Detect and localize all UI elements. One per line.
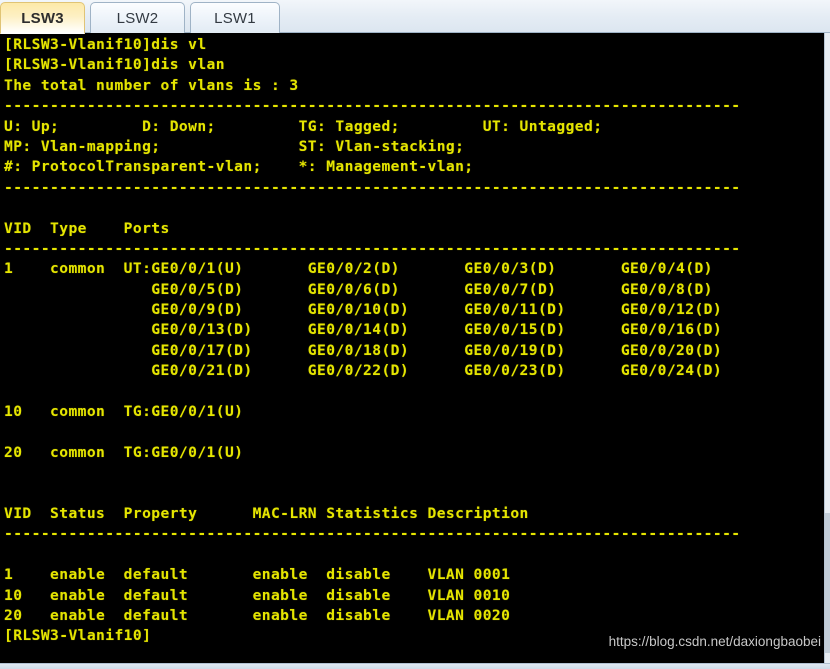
terminal-line: 10 enable default enable disable VLAN 00… <box>4 586 511 604</box>
terminal-line: ----------------------------------------… <box>4 239 741 257</box>
terminal-scrollbar[interactable] <box>824 33 830 663</box>
terminal-line: GE0/0/13(D) GE0/0/14(D) GE0/0/15(D) GE0/… <box>4 321 723 339</box>
terminal-line: ----------------------------------------… <box>4 525 741 543</box>
terminal-line: VID Status Property MAC-LRN Statistics D… <box>4 504 529 522</box>
terminal-line: U: Up; D: Down; TG: Tagged; UT: Untagged… <box>4 117 603 135</box>
terminal-line: ----------------------------------------… <box>4 97 741 115</box>
terminal-line: GE0/0/21(D) GE0/0/22(D) GE0/0/23(D) GE0/… <box>4 362 723 380</box>
terminal-line: GE0/0/5(D) GE0/0/6(D) GE0/0/7(D) GE0/0/8… <box>4 280 713 298</box>
tab-lsw2-label: LSW2 <box>116 9 159 27</box>
terminal-line: 20 common TG:GE0/0/1(U) <box>4 443 244 461</box>
terminal-console[interactable]: [RLSW3-Vlanif10]dis vl [RLSW3-Vlanif10]di… <box>0 33 830 663</box>
terminal-line: #: ProtocolTransparent-vlan; *: Manageme… <box>4 158 474 176</box>
terminal-line: ----------------------------------------… <box>4 178 741 196</box>
terminal-line: [RLSW3-Vlanif10]dis vl <box>4 36 207 53</box>
terminal-line: 10 common TG:GE0/0/1(U) <box>4 403 244 421</box>
terminal-line: 1 common UT:GE0/0/1(U) GE0/0/2(D) GE0/0/… <box>4 260 713 278</box>
tab-lsw3-label: LSW3 <box>21 9 64 27</box>
terminal-line: MP: Vlan-mapping; ST: Vlan-stacking; <box>4 137 465 155</box>
terminal-line: 1 enable default enable disable VLAN 000… <box>4 566 511 584</box>
tab-lsw1-label: LSW1 <box>214 9 256 27</box>
terminal-line: [RLSW3-Vlanif10]dis vlan <box>4 56 225 74</box>
terminal-line: GE0/0/17(D) GE0/0/18(D) GE0/0/19(D) GE0/… <box>4 341 723 359</box>
status-bar <box>0 663 830 669</box>
terminal-output: [RLSW3-Vlanif10]dis vl [RLSW3-Vlanif10]di… <box>4 35 829 647</box>
ensp-cli-window: LSW3 LSW2 LSW1 [RLSW3-Vlanif10]dis vl [RL… <box>0 0 830 669</box>
terminal-line: GE0/0/9(D) GE0/0/10(D) GE0/0/11(D) GE0/0… <box>4 301 723 319</box>
tab-lsw1[interactable]: LSW1 <box>190 2 280 33</box>
terminal-line: VID Type Ports <box>4 219 170 237</box>
device-tab-bar: LSW3 LSW2 LSW1 <box>0 0 830 34</box>
tab-lsw2[interactable]: LSW2 <box>90 2 185 33</box>
watermark-text: https://blog.csdn.net/daxiongbaobei <box>608 634 821 649</box>
terminal-scrollbar-thumb[interactable] <box>825 513 830 653</box>
terminal-line: The total number of vlans is : 3 <box>4 76 299 94</box>
terminal-line: 20 enable default enable disable VLAN 00… <box>4 606 511 624</box>
tab-lsw3[interactable]: LSW3 <box>0 2 85 34</box>
